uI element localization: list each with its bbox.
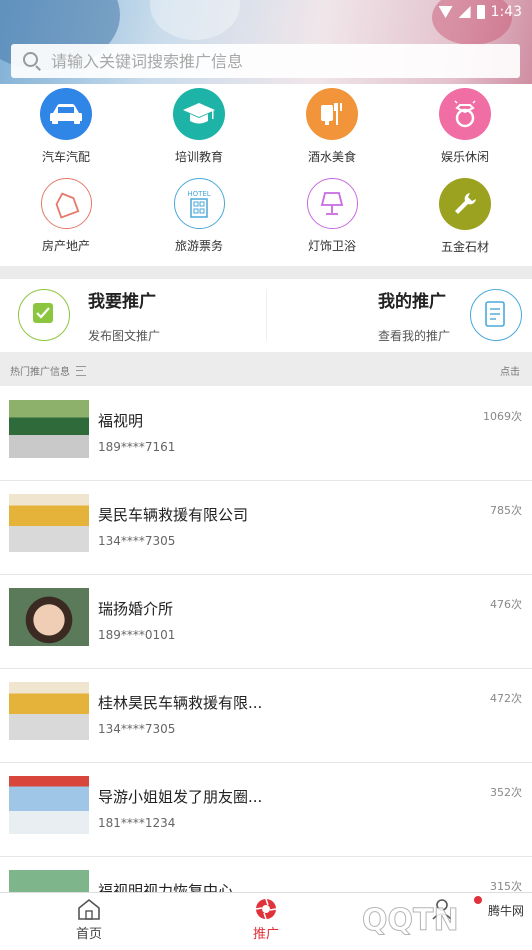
wrench-icon <box>439 178 491 230</box>
status-bar: 1:43 <box>438 0 532 24</box>
listing-views: 472次 <box>490 692 522 705</box>
listing-phone: 189****7161 <box>98 440 176 454</box>
decorative-blob <box>150 0 240 40</box>
listing-thumbnail <box>9 776 89 834</box>
category-label: 培训教育 <box>174 150 223 164</box>
hotel-icon: HOTEL <box>173 178 225 229</box>
listing-phone: 181****1234 <box>98 816 176 830</box>
listing-thumbnail <box>9 494 89 552</box>
listing-thumbnail <box>9 400 89 458</box>
category-label: 酒水美食 <box>307 150 356 164</box>
list-item[interactable]: 导游小姐姐发了朋友圈... 181****1234 352次 <box>0 762 532 857</box>
publish-icon <box>18 289 70 341</box>
listing-views: 1069次 <box>483 410 522 423</box>
my-promo-subtitle: 查看我的推广 <box>378 329 451 343</box>
aperture-icon <box>253 897 279 921</box>
publish-promo-title: 我要推广 <box>88 292 156 312</box>
hot-listings-header: 热门推广信息 点击 <box>0 352 532 386</box>
category-label: 房产地产 <box>41 239 90 253</box>
category-travel[interactable]: HOTEL 旅游票务 <box>144 178 254 254</box>
list-item[interactable]: 福视明 189****7161 1069次 <box>0 386 532 481</box>
list-item[interactable]: 昊民车辆救援有限公司 134****7305 785次 <box>0 480 532 575</box>
status-time: 1:43 <box>490 4 522 20</box>
hot-listings-title: 热门推广信息 <box>10 367 70 378</box>
my-promo-title: 我的推广 <box>378 292 446 312</box>
category-food[interactable]: 酒水美食 <box>277 88 387 165</box>
my-promo-button[interactable]: 我的推广 查看我的推广 <box>267 279 532 351</box>
category-label: 汽车汽配 <box>41 150 90 164</box>
listing-name: 桂林昊民车辆救援有限... <box>98 694 263 712</box>
nav-promote[interactable]: 推广 <box>216 897 316 942</box>
graduation-cap-icon <box>173 88 225 140</box>
listing-name: 导游小姐姐发了朋友圈... <box>98 788 263 806</box>
listing-phone: 189****0101 <box>98 628 176 642</box>
listing-name: 瑞扬婚介所 <box>98 600 174 618</box>
category-grid: 汽车汽配 培训教育 酒水美食 娱乐休闲 房产地产 HOTEL 旅游票务 灯饰卫浴… <box>0 84 532 264</box>
category-label: 五金石材 <box>440 240 489 254</box>
category-entertainment[interactable]: 娱乐休闲 <box>410 88 520 165</box>
category-hardware[interactable]: 五金石材 <box>410 178 520 255</box>
listing-thumbnail <box>9 588 89 646</box>
lamp-icon <box>306 178 358 229</box>
ring-icon <box>439 88 491 140</box>
user-icon <box>429 897 455 921</box>
battery-icon <box>476 5 485 19</box>
promo-section: 我要推广 发布图文推广 我的推广 查看我的推广 <box>0 279 532 351</box>
publish-promo-subtitle: 发布图文推广 <box>88 329 161 343</box>
category-education[interactable]: 培训教育 <box>144 88 254 165</box>
list-item[interactable]: 桂林昊民车辆救援有限... 134****7305 472次 <box>0 668 532 763</box>
signal-icon <box>458 6 471 18</box>
category-car[interactable]: 汽车汽配 <box>11 88 121 165</box>
category-lighting[interactable]: 灯饰卫浴 <box>277 178 387 254</box>
category-label: 旅游票务 <box>174 239 223 253</box>
bottom-nav: 首页 推广 <box>0 892 532 947</box>
sort-icon <box>76 365 86 376</box>
home-icon <box>76 897 102 921</box>
nav-home-label: 首页 <box>75 927 102 942</box>
listing-views: 785次 <box>490 504 522 517</box>
list-item[interactable]: 瑞扬婚介所 189****0101 476次 <box>0 574 532 669</box>
publish-promo-button[interactable]: 我要推广 发布图文推广 <box>0 279 266 351</box>
section-divider <box>0 266 532 279</box>
listing-views: 476次 <box>490 598 522 611</box>
wifi-icon <box>438 6 453 18</box>
nav-promote-label: 推广 <box>252 927 279 942</box>
house-icon <box>40 178 92 229</box>
svg-text:HOTEL: HOTEL <box>187 190 210 198</box>
cup-fork-icon <box>306 88 358 140</box>
listing-thumbnail <box>9 682 89 740</box>
nav-profile[interactable] <box>392 897 492 923</box>
car-icon <box>40 88 92 140</box>
search-bar[interactable] <box>11 44 520 78</box>
nav-home[interactable]: 首页 <box>39 897 139 942</box>
clicks-label: 点击 <box>500 367 520 378</box>
listing-phone: 134****7305 <box>98 722 176 736</box>
category-label: 娱乐休闲 <box>440 150 489 164</box>
listing-name: 福视明 <box>98 412 144 430</box>
category-realestate[interactable]: 房产地产 <box>11 178 121 254</box>
clipboard-icon <box>470 289 522 341</box>
search-icon <box>21 50 43 72</box>
listing-phone: 134****7305 <box>98 534 176 548</box>
search-input[interactable] <box>49 50 493 72</box>
listing-views: 352次 <box>490 786 522 799</box>
listing-name: 昊民车辆救援有限公司 <box>98 506 249 524</box>
category-label: 灯饰卫浴 <box>307 239 356 253</box>
hot-listings-title-group[interactable]: 热门推广信息 <box>10 363 86 378</box>
header-banner: 1:43 <box>0 0 532 84</box>
